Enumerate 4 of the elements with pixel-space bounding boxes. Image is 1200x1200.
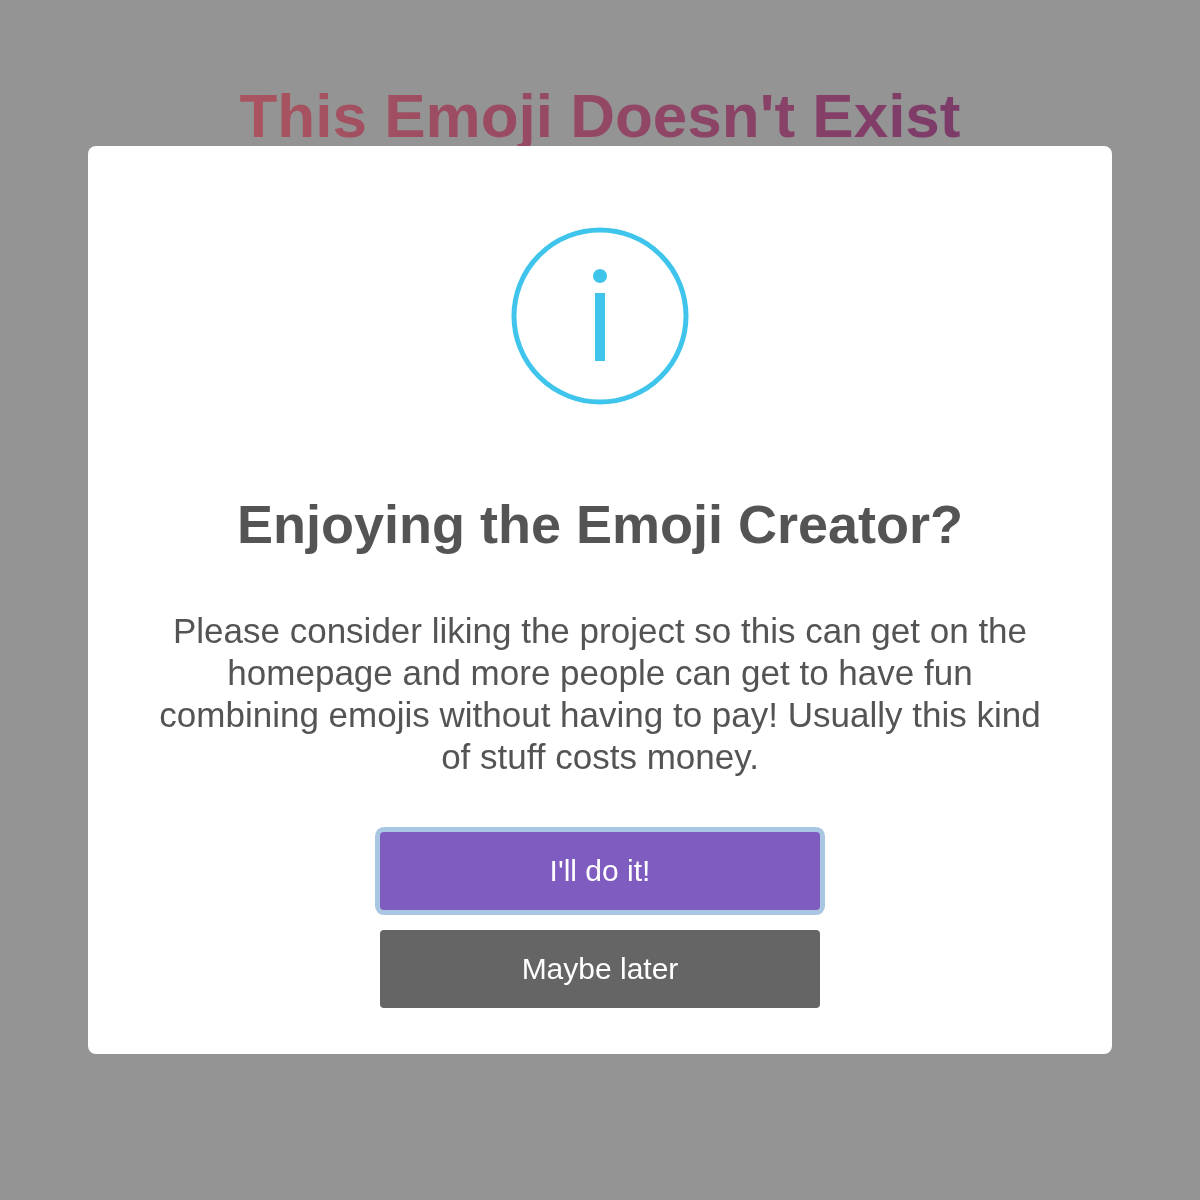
- dismiss-button[interactable]: Maybe later: [380, 930, 820, 1008]
- dialog-heading: Enjoying the Emoji Creator?: [236, 493, 964, 556]
- info-icon: [510, 226, 690, 406]
- dialog-message: Please consider liking the project so this can get on the homepage and more people can get to have fun combining emojis without having to pay! Usually this kind of stuff costs money.: [158, 610, 1042, 778]
